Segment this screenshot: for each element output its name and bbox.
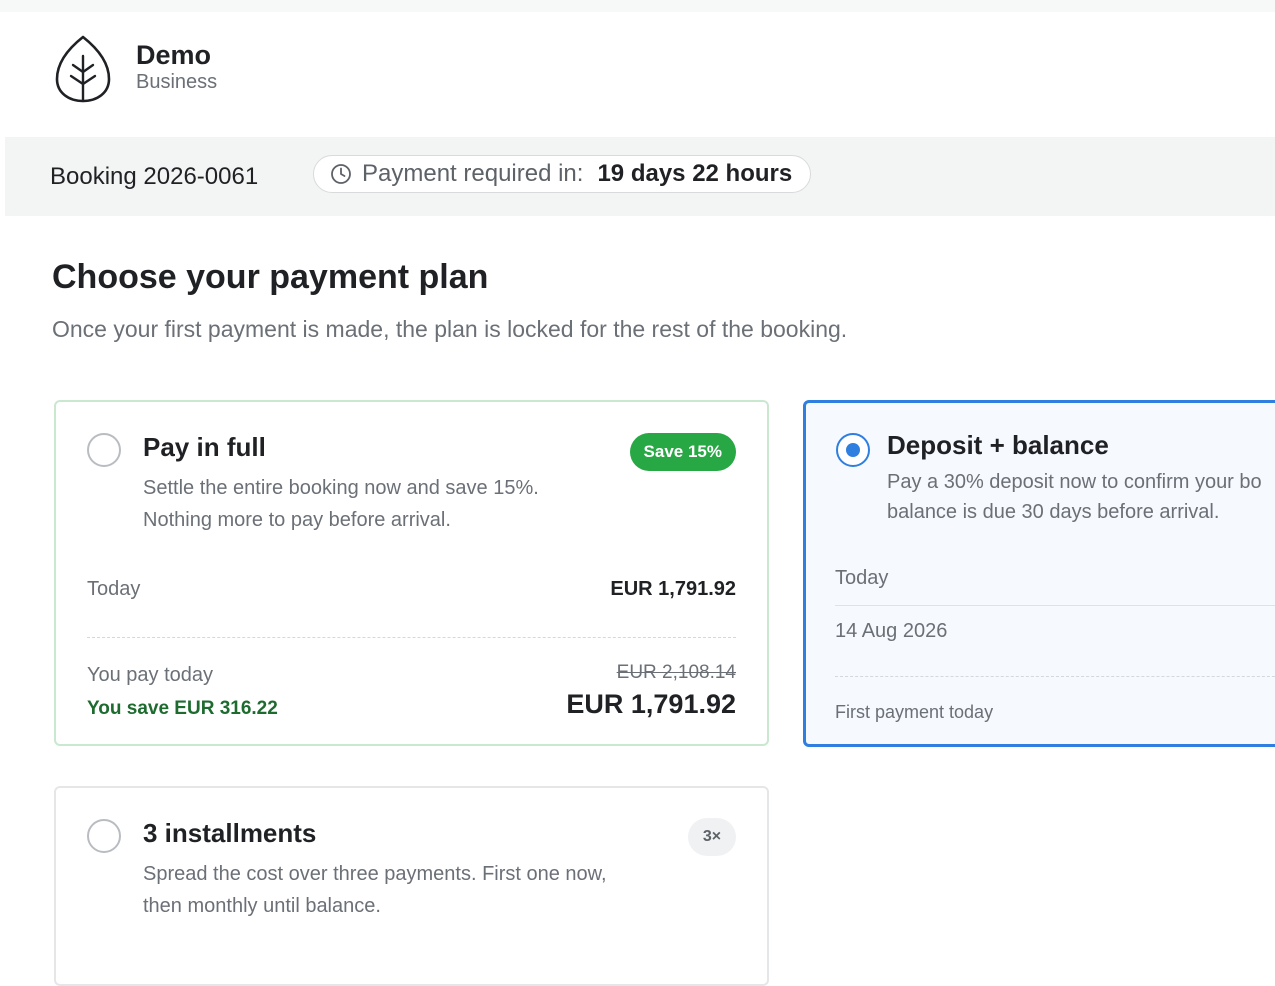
divider (87, 637, 736, 638)
payment-required-label: Payment required in: (362, 160, 584, 187)
divider (835, 676, 1275, 677)
plan-description-line: Pay a 30% deposit now to confirm your bo (887, 471, 1262, 493)
schedule-row-label: Today (835, 567, 889, 589)
plan-title: 3 installments (143, 818, 317, 848)
divider (835, 605, 1275, 606)
pay-today-label: You pay today (87, 664, 214, 686)
plan-description-line: balance is due 30 days before arrival. (887, 501, 1220, 523)
plan-description: Spread the cost over three payments. Fir… (143, 858, 607, 922)
installments-badge: 3× (688, 818, 736, 856)
plan-radio-pay-in-full[interactable] (87, 433, 121, 467)
booking-bar: Booking 2026-0061 Payment required in: 1… (5, 137, 1275, 216)
schedule-row-label: 14 Aug 2026 (835, 620, 948, 642)
schedule-row-label: Today (87, 578, 141, 600)
clock-icon (331, 164, 351, 184)
plan-description: Pay a 30% deposit now to confirm your bo… (887, 467, 1262, 527)
leaf-icon (55, 35, 111, 103)
plan-description: Settle the entire booking now and save 1… (143, 472, 539, 536)
booking-id: Booking 2026-0061 (50, 163, 259, 190)
original-amount: EUR 2,108.14 (616, 662, 736, 683)
schedule-row-amount: EUR 1,791.92 (610, 578, 736, 600)
plan-radio-deposit-balance[interactable] (836, 433, 870, 467)
brand-header: Demo Business (54, 33, 217, 105)
brand-subtitle: Business (136, 71, 218, 93)
plan-description-line: Settle the entire booking now and save 1… (143, 477, 539, 499)
plan-title: Deposit + balance (887, 430, 1109, 460)
page-title: Choose your payment plan (52, 258, 489, 296)
brand-name: Demo (136, 40, 212, 70)
plan-card-installments[interactable]: 3 installments 3× Spread the cost over t… (54, 786, 769, 986)
plan-radio-installments[interactable] (87, 819, 121, 853)
page-subtitle: Once your first payment is made, the pla… (52, 316, 848, 342)
payment-required-value: 19 days 22 hours (597, 160, 793, 187)
plan-card-pay-in-full[interactable]: Pay in full Save 15% Settle the entire b… (54, 400, 769, 746)
top-strip (0, 0, 1275, 12)
total-amount: EUR 1,791.92 (566, 689, 736, 719)
payment-deadline-pill: Payment required in: 19 days 22 hours (313, 155, 812, 193)
plan-description-line: Nothing more to pay before arrival. (143, 509, 451, 531)
plan-description-line: Spread the cost over three payments. Fir… (143, 863, 607, 885)
savings-text: You save EUR 316.22 (87, 698, 278, 719)
plan-title: Pay in full (143, 432, 266, 462)
first-payment-label: First payment today (835, 702, 994, 722)
plan-card-deposit-balance[interactable]: Deposit + balance Pay a 30% deposit now … (803, 400, 1275, 747)
plan-description-line: then monthly until balance. (143, 895, 381, 917)
save-badge: Save 15% (629, 433, 736, 471)
